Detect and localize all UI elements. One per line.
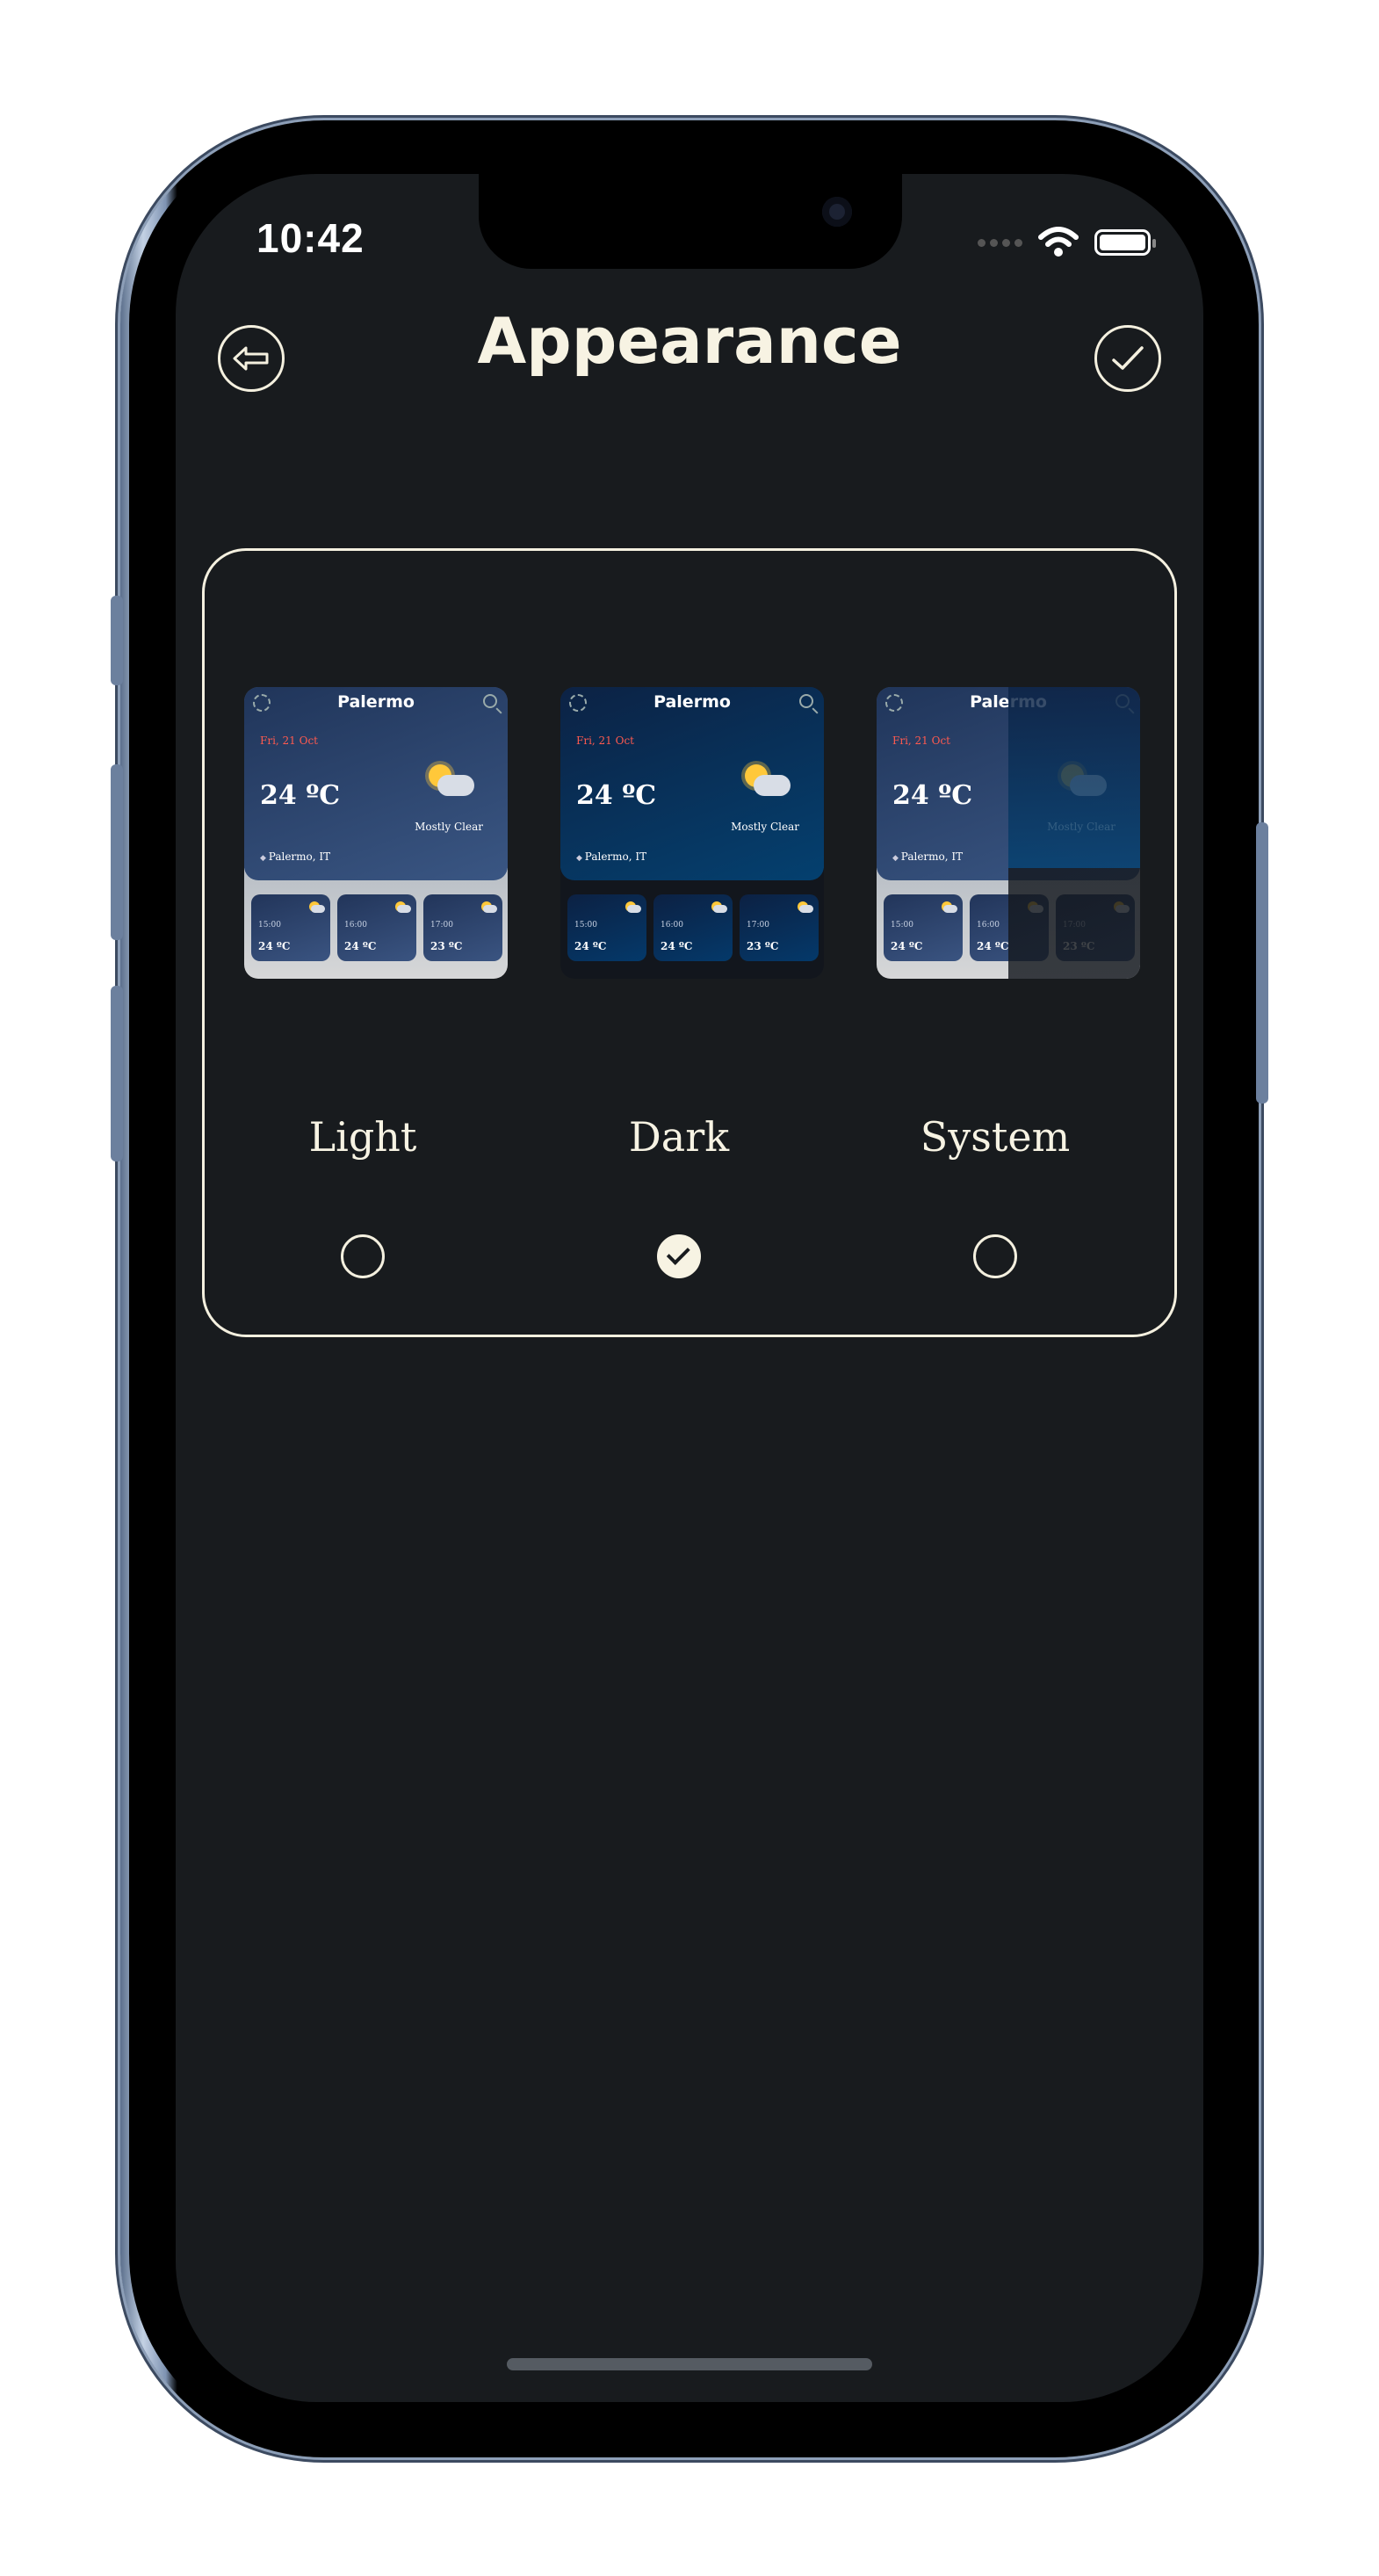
preview-city: Palermo [337, 692, 415, 712]
system-theme-preview: Palermo Fri, 21 Oct 24 ºC Mostly Clear P… [877, 687, 1140, 979]
notch [479, 174, 902, 269]
radio-system[interactable] [973, 1234, 1017, 1278]
option-label-dark: Dark [628, 1113, 730, 1161]
confirm-button[interactable] [1094, 325, 1161, 392]
preview-condition: Mostly Clear [731, 821, 799, 833]
signal-icon [978, 238, 1022, 247]
battery-icon [1094, 229, 1156, 256]
camera-icon [822, 197, 852, 227]
option-light[interactable]: Palermo Fri, 21 Oct 24 ºC Mostly Clear P… [205, 551, 521, 1335]
appearance-options-card: Palermo Fri, 21 Oct 24 ºC Mostly Clear P… [202, 548, 1177, 1337]
screen: 10:42 Appearance Palermo Fri, 21 Oct 24 … [176, 174, 1203, 2402]
preview-temperature: 24 ºC [576, 780, 657, 811]
preview-location: Palermo, IT [892, 850, 963, 863]
preview-temperature: 24 ºC [892, 780, 973, 811]
hour-card: 17:0023 ºC [423, 894, 502, 961]
mute-switch [111, 596, 123, 685]
radio-dark[interactable] [657, 1234, 701, 1278]
hour-card: 15:00 24 ºC [884, 894, 963, 961]
hour-card: 15:00 24 ºC [567, 894, 646, 961]
radio-light[interactable] [341, 1234, 385, 1278]
hour-card: 16:00 24 ºC [653, 894, 733, 961]
option-dark[interactable]: Palermo Fri, 21 Oct 24 ºC Mostly Clear P… [521, 551, 837, 1335]
status-icons [978, 227, 1156, 258]
preview-date: Fri, 21 Oct [576, 734, 634, 747]
partly-cloudy-icon [425, 764, 474, 800]
light-theme-preview: Palermo Fri, 21 Oct 24 ºC Mostly Clear P… [244, 687, 508, 979]
system-split-overlay [1008, 687, 1140, 979]
volume-down-button [111, 986, 123, 1161]
preview-date: Fri, 21 Oct [892, 734, 950, 747]
preview-hourly: 15:0024 ºC 16:0024 ºC 17:0023 ºC [251, 894, 502, 961]
preview-condition: Mostly Clear [415, 821, 483, 833]
wifi-icon [1038, 227, 1079, 257]
page-title: Appearance [477, 304, 902, 378]
home-indicator[interactable] [507, 2358, 872, 2370]
power-button [1256, 822, 1268, 1103]
search-icon [799, 694, 813, 708]
dark-theme-preview: Palermo Fri, 21 Oct 24 ºC Mostly Clear P… [560, 687, 824, 979]
search-icon [483, 694, 497, 708]
preview-location: Palermo, IT [576, 850, 646, 863]
preview-hourly: 15:0024 ºC 16:0024 ºC 17:0023 ºC [567, 894, 819, 961]
preview-location: Palermo, IT [260, 850, 330, 863]
option-label-light: Light [308, 1113, 417, 1161]
hour-card: 16:00 24 ºC [337, 894, 416, 961]
option-label-system: System [920, 1113, 1071, 1161]
status-time: 10:42 [256, 215, 365, 261]
option-system[interactable]: Palermo Fri, 21 Oct 24 ºC Mostly Clear P… [837, 551, 1153, 1335]
checkmark-icon [666, 1241, 690, 1265]
preview-date: Fri, 21 Oct [260, 734, 318, 747]
hour-card: 17:0023 ºC [740, 894, 819, 961]
partly-cloudy-icon [741, 764, 791, 800]
volume-up-button [111, 764, 123, 940]
checkmark-icon [1112, 346, 1144, 370]
preview-city: Palermo [653, 692, 731, 712]
preview-temperature: 24 ºC [260, 780, 341, 811]
hour-card: 15:00 24 ºC [251, 894, 330, 961]
